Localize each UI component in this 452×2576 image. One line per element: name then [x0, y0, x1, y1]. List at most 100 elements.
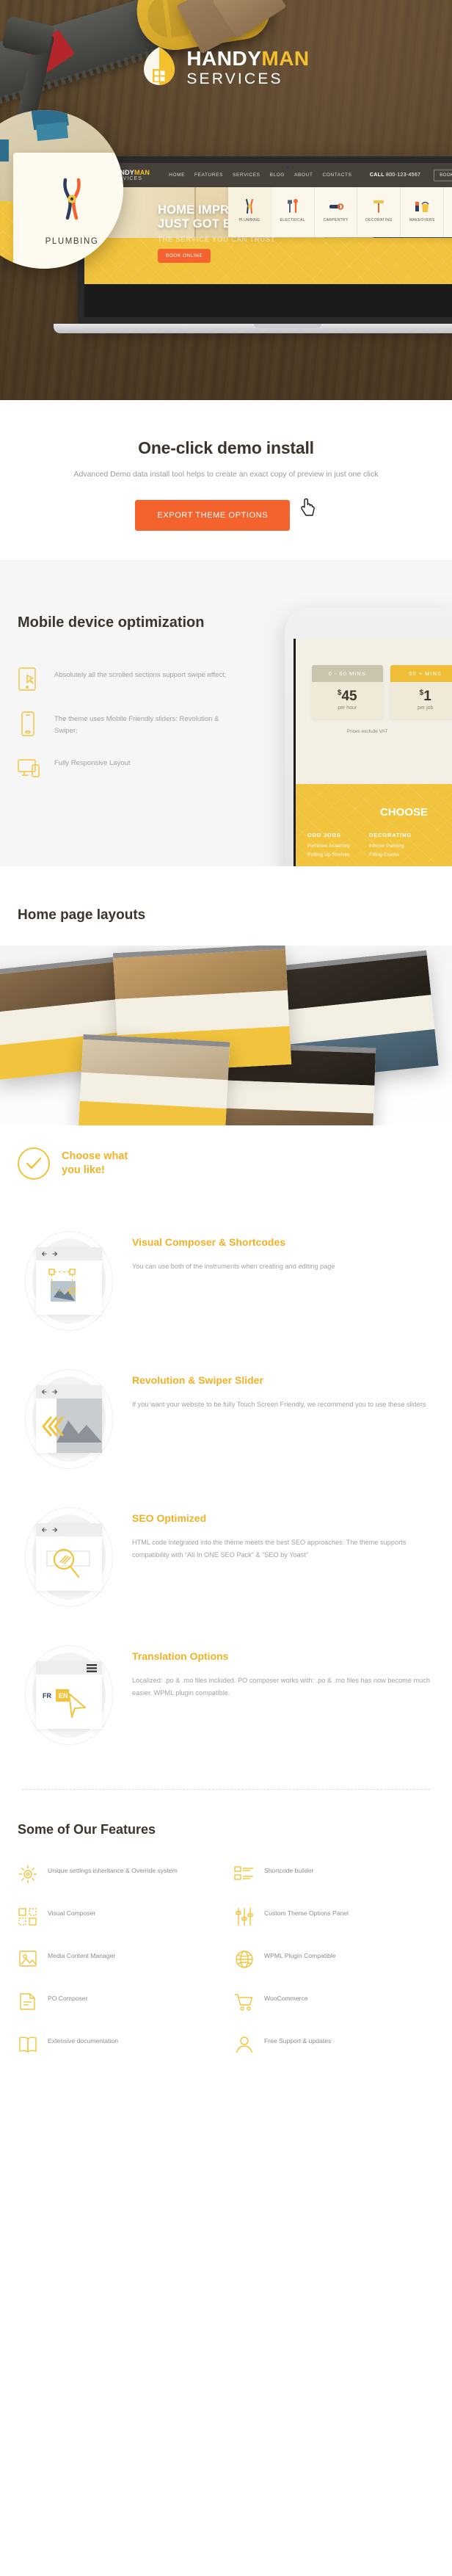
menu-item-services[interactable]: SERVICES	[233, 173, 260, 178]
layouts-title: Home page layouts	[18, 907, 146, 924]
list-item: Fully Responsive Layout	[18, 755, 242, 781]
demo-site-navbar: HANDYMAN SERVICES HOME FEATURES SERVICES…	[84, 163, 452, 187]
woocommerce-cart-icon	[234, 1992, 255, 2012]
mobile-title: Mobile device optimization	[18, 614, 205, 631]
service-tab-odd-jobs[interactable]: ODD JOBS	[444, 187, 452, 237]
browser-translate-icon: FR EN	[25, 1645, 113, 1746]
menu-item-home[interactable]: HOME	[169, 173, 185, 178]
hamburger-menu-icon[interactable]	[36, 1661, 102, 1675]
demo-phone-number: CALL 800-123-4567	[370, 173, 420, 178]
responsive-devices-icon	[18, 755, 43, 781]
choose-column: DECORATING Interior Painting Filling Cra…	[369, 832, 412, 861]
price-card-period: per job	[418, 705, 434, 711]
screwdriver-wrench-icon	[285, 198, 301, 214]
phone-number: 800-123-4567	[386, 173, 421, 178]
price-card-header: 60 + MINS	[390, 665, 452, 683]
demo-services-bar: PLUMBING ELECTRICAL CARPENTRY DECORATING…	[228, 187, 452, 237]
feature-item-support: Free Support & updates	[234, 2034, 434, 2055]
support-user-icon	[234, 2034, 255, 2055]
book-online-button-nav[interactable]: BOOK ONLINE	[434, 169, 452, 181]
choose-line-2: you like!	[62, 1164, 105, 1177]
paint-bucket-icon	[414, 199, 430, 214]
feature-item-label: Custom Theme Options Panel	[264, 1909, 349, 1918]
list-item: Furniture Assembly	[307, 843, 351, 849]
feature-item-label: Shortcode builder	[264, 1867, 314, 1875]
logo-subtitle: SERVICES	[186, 70, 283, 87]
mobile-feature-text: The theme uses Mobile Friendly sliders: …	[54, 714, 219, 736]
menu-item-contacts[interactable]: CONTACTS	[322, 173, 351, 178]
price-card: 60 + MINS $1 per job	[390, 665, 452, 719]
service-label-electrical: ELECTRICAL	[280, 217, 305, 222]
logo-word-man: MAN	[261, 47, 310, 70]
laptop-screen: HANDYMAN SERVICES HOME FEATURES SERVICES…	[78, 156, 452, 324]
call-label: CALL	[369, 173, 384, 178]
logo-word-handy: HANDY	[186, 47, 262, 70]
phone-screen: 0 - 60 MINS $45 per hour 60 + MINS $1 pe…	[294, 639, 452, 867]
smartphone-icon	[18, 711, 43, 737]
feature-item-wpml: WPML Plugin Compatible	[234, 1949, 434, 1970]
choose-what-text: Choose what you like!	[62, 1150, 128, 1178]
tablet-swipe-icon	[18, 667, 43, 693]
mobile-text-column: Mobile device optimization Absolutely al…	[0, 614, 242, 781]
layout-screenshot[interactable]	[78, 1034, 230, 1126]
feature-title: SEO Optimized	[132, 1512, 207, 1525]
menu-item-blog[interactable]: BLOG	[270, 173, 285, 178]
plumbing-badge: PLUMBING	[0, 110, 123, 269]
feature-item-unique-settings: Unique settings inheritance & Override s…	[18, 1864, 218, 1884]
pricing-cards: 0 - 60 MINS $45 per hour 60 + MINS $1 pe…	[296, 639, 452, 719]
price-card: 0 - 60 MINS $45 per hour	[312, 665, 383, 719]
feature-block-revolution-slider: Revolution & Swiper Slider If you want y…	[0, 1350, 452, 1488]
choose-column-title: DECORATING	[369, 832, 412, 839]
feature-block-seo: SEO Optimized HTML code integrated into …	[0, 1488, 452, 1626]
service-tab-electrical[interactable]: ELECTRICAL	[271, 187, 315, 237]
feature-item-label: Visual Composer	[48, 1909, 96, 1918]
feature-item-label: Unique settings inheritance & Override s…	[48, 1867, 178, 1875]
hero-section: HANDYMAN SERVICES MAN SERVICES HOME FEAT…	[0, 0, 452, 400]
feature-description: If you want your website to be fully Tou…	[132, 1401, 426, 1409]
list-item: Interior Painting	[369, 843, 404, 849]
one-click-title: One-click demo install	[138, 438, 314, 457]
check-circle-icon	[18, 1147, 50, 1180]
svg-text:FR: FR	[43, 1692, 51, 1699]
menu-item-about[interactable]: ABOUT	[294, 173, 313, 178]
feature-item-label: WooCommerce	[264, 1995, 308, 2003]
webcam-icon	[286, 166, 289, 169]
service-tab-carpentry[interactable]: CARPENTRY	[315, 187, 358, 237]
brand-logo: HANDYMAN SERVICES	[0, 46, 452, 90]
feature-description: HTML code integrated into the theme meet…	[132, 1539, 407, 1559]
feature-item-label: WPML Plugin Compatible	[264, 1952, 336, 1960]
layout-screenshots-collage	[0, 946, 452, 1126]
export-theme-options-button[interactable]: EXPORT THEME OPTIONS	[135, 500, 291, 531]
browser-search-icon	[25, 1507, 113, 1608]
service-tab-makeovers[interactable]: MAKEOVERS	[401, 187, 445, 237]
mobile-feature-list: Absolutely all the scrolled sections sup…	[18, 667, 242, 781]
service-tab-decorating[interactable]: DECORATING	[357, 187, 401, 237]
price-card-header: 0 - 60 MINS	[312, 665, 383, 683]
svg-text:EN: EN	[59, 1692, 68, 1699]
one-click-description: Advanced Demo data install tool helps to…	[73, 470, 379, 479]
choose-what-you-like: Choose what you like!	[0, 1125, 452, 1212]
plumbing-badge-label: PLUMBING	[45, 237, 99, 246]
phone-mockup: 0 - 60 MINS $45 per hour 60 + MINS $1 pe…	[285, 608, 452, 867]
feature-blocks-section: Visual Composer & Shortcodes You can use…	[0, 1212, 452, 1790]
one-click-demo-section: One-click demo install Advanced Demo dat…	[0, 400, 452, 561]
demo-cta-button[interactable]: BOOK ONLINE	[158, 248, 211, 263]
price-card-amount: $45	[312, 682, 383, 705]
feature-item-po-composer: PO Composer	[18, 1992, 218, 2012]
sliders-panel-icon	[234, 1906, 255, 1927]
home-page-layouts-section: Home page layouts Choose what you like!	[0, 866, 452, 1213]
feature-item-shortcode-builder: Shortcode builder	[234, 1864, 434, 1884]
price-vat-note: Prices exclude VAT	[346, 729, 388, 735]
service-label-carpentry: CARPENTRY	[323, 217, 349, 222]
documentation-icon	[18, 2034, 38, 2055]
menu-item-features[interactable]: FEATURES	[194, 173, 223, 178]
service-label-decorating: DECORATING	[365, 217, 393, 222]
wpml-globe-icon	[234, 1949, 255, 1970]
pliers-icon	[241, 198, 258, 214]
feature-item-label: Media Content Manager	[48, 1952, 116, 1960]
price-card-period: per hour	[338, 705, 357, 711]
feature-block-translation: FR EN Translation Options Localized: .po…	[0, 1626, 452, 1764]
paint-roller-icon	[371, 199, 387, 214]
cursor-hand-icon	[300, 498, 317, 521]
service-tab-plumbing[interactable]: PLUMBING	[228, 187, 271, 237]
